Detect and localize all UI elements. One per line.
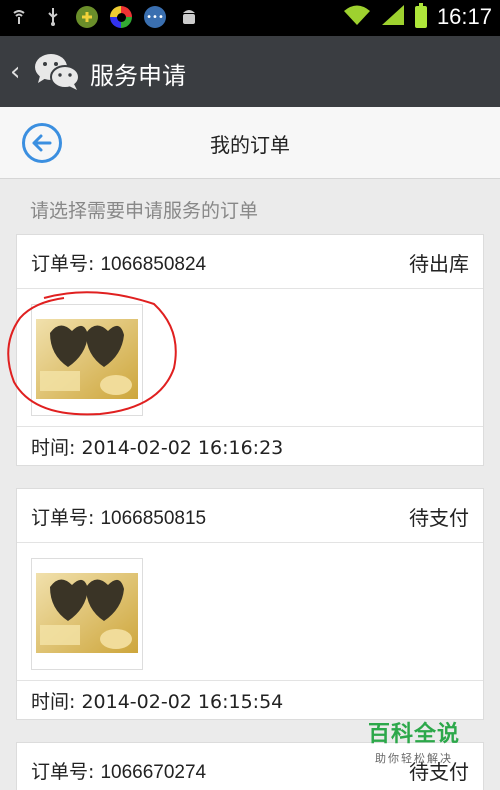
order-status: 待支付: [409, 506, 469, 530]
wifi-signal-icon: [8, 6, 30, 28]
order-card[interactable]: 订单号: 1066850815 待支付 时间: 2014-02-02 16:15…: [16, 488, 484, 720]
page-title: 我的订单: [210, 133, 290, 157]
instruction-text: 请选择需要申请服务的订单: [30, 200, 259, 222]
order-number: 订单号: 1066850824: [31, 253, 207, 275]
status-bar: ••• 16:17: [0, 0, 500, 36]
order-card-body: [17, 289, 483, 427]
status-clock: 16:17: [436, 4, 492, 29]
order-number: 订单号: 1066850815: [31, 507, 207, 529]
order-time: 时间: 2014-02-02 16:16:23: [31, 437, 284, 459]
order-card-body: [17, 543, 483, 681]
battery-icon: [414, 3, 427, 28]
sub-header: 我的订单: [0, 107, 500, 179]
watermark-title: 百科全说: [367, 722, 460, 747]
order-card-footer: 时间: 2014-02-02 16:16:23: [17, 427, 483, 465]
wifi-icon: [343, 4, 371, 30]
app-colorful-icon: [110, 6, 132, 28]
android-icon: [178, 6, 200, 28]
product-thumbnail[interactable]: [31, 558, 143, 670]
order-card-footer: 时间: 2014-02-02 16:15:54: [17, 681, 483, 719]
order-number: 订单号: 1066670274: [31, 761, 207, 783]
chat-bubble-icon: •••: [144, 6, 166, 28]
back-chevron-icon[interactable]: ‹: [10, 57, 20, 87]
signal-icon: [381, 4, 405, 30]
watermark: 百科全说 助你轻松解决: [368, 716, 460, 766]
app-title: 服务申请: [90, 62, 186, 90]
watermark-subtitle: 助你轻松解决: [374, 752, 453, 765]
usb-icon: [42, 6, 64, 28]
order-card[interactable]: 订单号: 1066850824 待出库 时间: 2014-02-02 16:16…: [16, 234, 484, 466]
order-card-header: 订单号: 1066850815 待支付: [17, 489, 483, 543]
title-bar: ‹ 服务申请: [0, 36, 500, 107]
order-time: 时间: 2014-02-02 16:15:54: [31, 691, 284, 713]
product-thumbnail[interactable]: [31, 304, 143, 416]
wechat-logo-icon[interactable]: [34, 52, 80, 92]
order-card-header: 订单号: 1066850824 待出库: [17, 235, 483, 289]
app-green-icon: [76, 6, 98, 28]
order-status: 待出库: [409, 252, 469, 276]
